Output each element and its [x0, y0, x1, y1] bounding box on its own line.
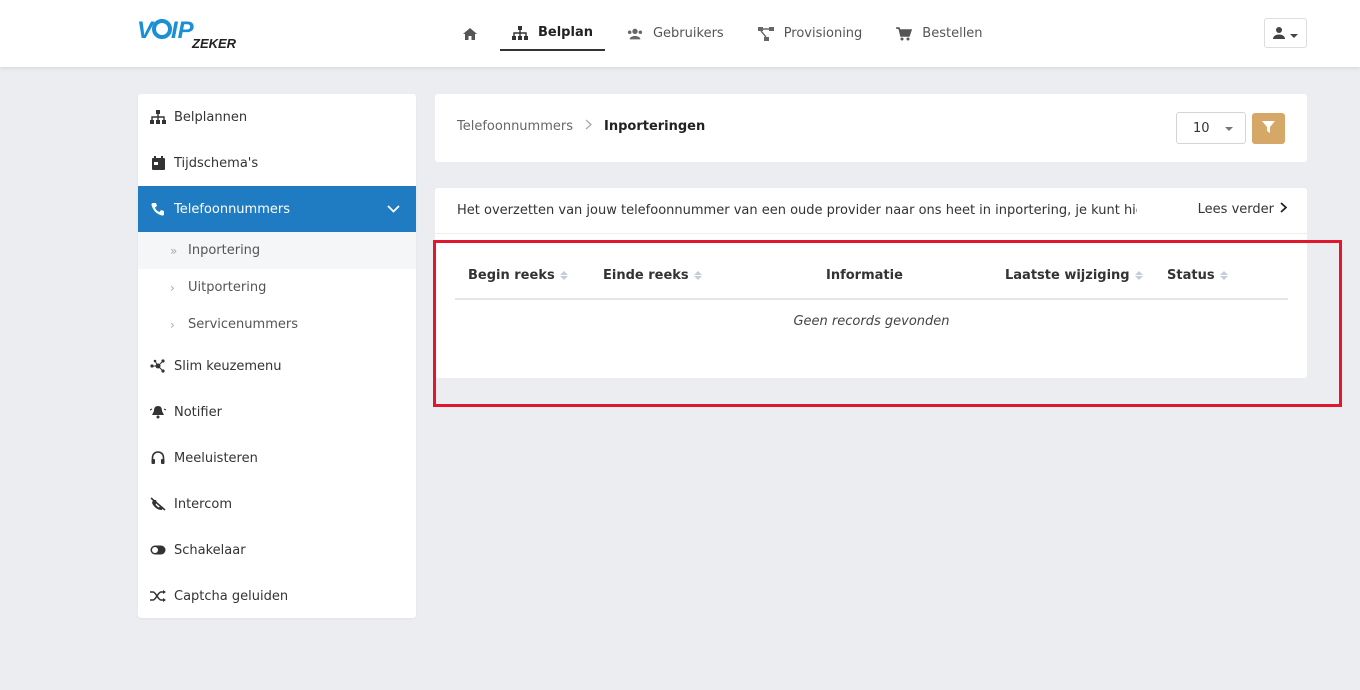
home-icon: [462, 27, 478, 41]
sidebar-item-label: Tijdschema's: [174, 155, 259, 171]
read-more-link[interactable]: Lees verder: [1197, 202, 1288, 217]
column-header-label: Laatste wijziging: [1005, 268, 1130, 283]
double-chevron-right-icon: »: [170, 243, 178, 258]
sidebar-item-label: Telefoonnummers: [174, 201, 290, 217]
sidebar-subitem-inportering[interactable]: » Inportering: [138, 232, 416, 269]
sidebar-item-label: Meeluisteren: [174, 450, 258, 466]
sidebar-item-schakelaar[interactable]: Schakelaar: [138, 527, 416, 573]
sidebar-subitem-label: Uitportering: [188, 280, 267, 295]
headphones-icon: [150, 450, 166, 466]
chevron-down-icon: [387, 202, 400, 217]
sidebar-item-slim-keuzemenu[interactable]: Slim keuzemenu: [138, 343, 416, 389]
filter-icon: [1262, 119, 1275, 138]
cart-icon: [896, 26, 913, 41]
column-header-begin-reeks[interactable]: Begin reeks: [468, 268, 568, 283]
sidebar-item-label: Notifier: [174, 404, 222, 420]
column-header-laatste-wijziging[interactable]: Laatste wijziging: [1005, 268, 1143, 283]
breadcrumb: Telefoonnummers Inporteringen: [457, 119, 705, 134]
nav-provisioning[interactable]: Provisioning: [746, 17, 875, 51]
nav-home[interactable]: [450, 17, 500, 51]
top-navbar: V IP ZEKER Belplan Gebruikers Provisioni…: [0, 0, 1360, 67]
main-card: Het overzetten van jouw telefoonnummer v…: [435, 188, 1307, 378]
column-header-label: Einde reeks: [603, 268, 689, 283]
voipzeker-logo[interactable]: V IP ZEKER: [137, 16, 249, 51]
sidebar-item-label: Schakelaar: [174, 542, 246, 558]
column-header-einde-reeks[interactable]: Einde reeks: [603, 268, 702, 283]
phone-icon: [150, 201, 166, 217]
breadcrumb-parent[interactable]: Telefoonnummers: [457, 119, 573, 134]
column-header-label: Status: [1167, 268, 1215, 283]
sidebar-subitem-uitportering[interactable]: › Uitportering: [138, 269, 416, 306]
chevron-right-icon: ›: [170, 317, 175, 332]
table-header: Begin reeks Einde reeks Informatie Laats…: [455, 256, 1288, 300]
sidebar-item-telefoonnummers[interactable]: Telefoonnummers: [138, 186, 416, 232]
nav-gebruikers[interactable]: Gebruikers: [615, 17, 736, 51]
nav-gebruikers-label: Gebruikers: [652, 26, 724, 41]
empty-table-message: Geen records gevonden: [793, 314, 950, 329]
nav-bestellen-label: Bestellen: [922, 26, 983, 41]
shuffle-icon: [150, 588, 166, 604]
sort-icon: [559, 271, 568, 280]
sidebar-item-captcha-geluiden[interactable]: Captcha geluiden: [138, 573, 416, 618]
chevron-down-icon: [1290, 24, 1298, 43]
per-page-select[interactable]: 10: [1176, 112, 1246, 144]
chevron-right-icon: [1280, 202, 1288, 217]
sort-icon: [693, 271, 702, 280]
sidebar-item-label: Belplannen: [174, 109, 248, 125]
sort-icon: [1219, 271, 1228, 280]
phone-slash-icon: [150, 496, 166, 512]
svg-text:ZEKER: ZEKER: [191, 36, 237, 50]
main-nav: Belplan Gebruikers Provisioning Bestelle…: [450, 0, 995, 67]
nodes-icon: [150, 358, 166, 374]
nav-belplan[interactable]: Belplan: [500, 17, 605, 51]
sidebar-item-meeluisteren[interactable]: Meeluisteren: [138, 435, 416, 481]
toggle-icon: [150, 542, 166, 558]
sidebar-subitem-label: Servicenummers: [188, 317, 298, 332]
filter-button[interactable]: [1252, 113, 1285, 144]
sidebar-item-label: Slim keuzemenu: [174, 358, 282, 374]
bell-icon: [150, 404, 166, 420]
sidebar-item-belplannen[interactable]: Belplannen: [138, 94, 416, 140]
sitemap-icon: [512, 25, 528, 40]
read-more-label: Lees verder: [1197, 202, 1274, 217]
sort-icon: [1134, 271, 1143, 280]
sidebar-item-tijdschemas[interactable]: Tijdschema's: [138, 140, 416, 186]
sidebar-subitem-label: Inportering: [188, 243, 261, 258]
sidebar-subitem-servicenummers[interactable]: › Servicenummers: [138, 306, 416, 343]
nav-belplan-label: Belplan: [538, 25, 593, 40]
network-icon: [757, 26, 774, 41]
sidebar-item-label: Intercom: [174, 496, 232, 512]
sidebar-item-notifier[interactable]: Notifier: [138, 389, 416, 435]
column-header-status[interactable]: Status: [1167, 268, 1228, 283]
column-header-label: Informatie: [826, 268, 903, 283]
caret-down-icon: [1225, 127, 1233, 131]
chevron-right-icon: [585, 119, 592, 134]
sidebar-item-intercom[interactable]: Intercom: [138, 481, 416, 527]
inporteringen-table: Begin reeks Einde reeks Informatie Laats…: [455, 256, 1288, 329]
info-bar: Het overzetten van jouw telefoonnummer v…: [435, 188, 1307, 234]
users-icon: [627, 27, 643, 41]
sitemap-icon: [150, 109, 166, 125]
nav-provisioning-label: Provisioning: [783, 26, 863, 41]
breadcrumb-card: Telefoonnummers Inporteringen 10: [435, 94, 1307, 162]
sidebar: Belplannen Tijdschema's Telefoonnummers …: [138, 94, 416, 618]
chevron-right-icon: ›: [170, 280, 175, 295]
breadcrumb-current: Inporteringen: [603, 119, 706, 134]
per-page-value: 10: [1193, 120, 1210, 136]
column-header-label: Begin reeks: [468, 268, 555, 283]
nav-bestellen[interactable]: Bestellen: [884, 17, 994, 51]
info-text: Het overzetten van jouw telefoonnummer v…: [457, 203, 1137, 218]
calendar-icon: [150, 155, 166, 171]
sidebar-item-label: Captcha geluiden: [174, 588, 289, 604]
user-icon: [1273, 24, 1287, 43]
column-header-informatie: Informatie: [826, 268, 903, 283]
user-menu-button[interactable]: [1264, 18, 1307, 48]
